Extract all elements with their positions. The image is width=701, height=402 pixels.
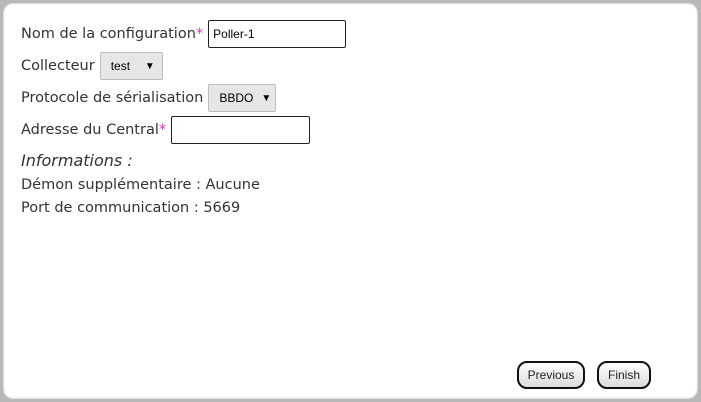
protocol-label: Protocole de sérialisation [21,90,204,106]
central-address-label: Adresse du Central [21,122,159,138]
protocol-select[interactable]: BBDO ▼ [208,84,277,112]
required-mark: * [158,122,167,138]
protocol-selected-value: BBDO [219,91,254,105]
central-address-row: Adresse du Central * [21,116,311,144]
required-mark: * [195,26,204,42]
collector-select[interactable]: test ▼ [99,52,163,80]
collector-label: Collecteur [21,58,95,74]
config-name-input[interactable] [208,20,347,48]
chevron-down-icon: ▼ [261,92,272,104]
collector-row: Collecteur test ▼ [21,52,163,80]
info-port: Port de communication : 5669 [21,200,241,216]
collector-selected-value: test [110,59,131,73]
info-daemon: Démon supplémentaire : Aucune [21,177,260,193]
protocol-row: Protocole de sérialisation BBDO ▼ [21,84,277,112]
config-name-label: Nom de la configuration [21,26,196,42]
chevron-down-icon: ▼ [144,60,155,72]
config-name-row: Nom de la configuration * [21,20,347,48]
previous-button[interactable]: Previous [517,361,585,389]
info-title: Informations : [21,151,133,170]
finish-button[interactable]: Finish [597,361,651,389]
central-address-input[interactable] [171,116,311,144]
wizard-panel: Nom de la configuration* Collecteur test… [3,3,698,399]
